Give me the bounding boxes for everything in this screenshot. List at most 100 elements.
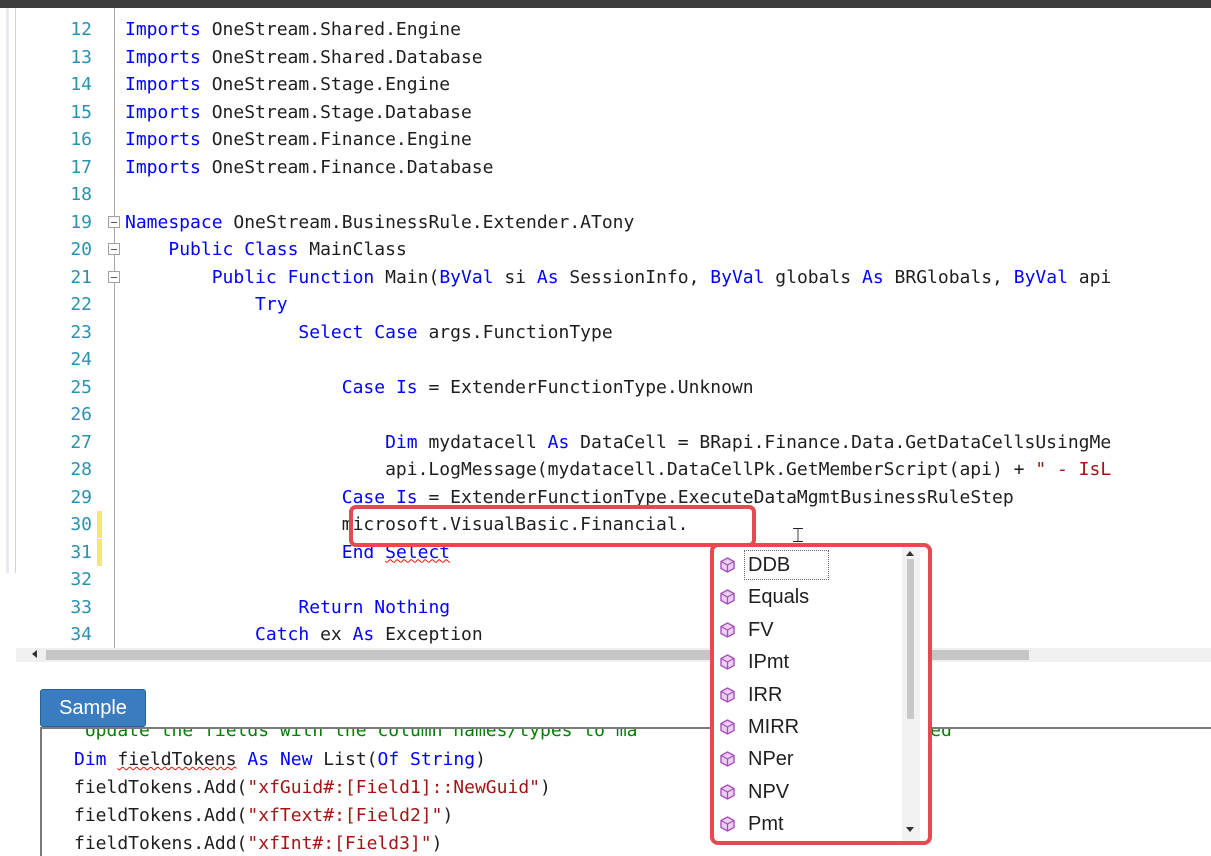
code-line[interactable]: 28 api.LogMessage(mydatacell.DataCellPk.… <box>16 456 1211 483</box>
code-string: " - IsL <box>1035 459 1112 480</box>
collapse-toggle-icon[interactable] <box>108 243 120 255</box>
scroll-left-arrow-icon[interactable] <box>32 650 37 658</box>
code-content: Imports OneStream.Shared.Engine <box>125 16 461 43</box>
line-number: 19 <box>70 211 92 233</box>
line-number: 21 <box>70 266 92 288</box>
code-text: Main( <box>374 266 440 288</box>
intellisense-item-label: IRR <box>748 683 783 706</box>
line-number: 20 <box>70 239 92 260</box>
code-line[interactable]: 25 Case Is = ExtenderFunctionType.Unknow… <box>16 374 1211 401</box>
code-string: "xfText#:[Field2]" <box>247 805 443 826</box>
code-text: fieldTokens.Add( <box>74 805 248 826</box>
code-text: api.LogMessage(mydatacell.DataCellPk.Get… <box>125 459 1036 480</box>
code-content: Imports OneStream.Shared.Database <box>125 44 483 71</box>
code-line[interactable]: 22 Try <box>16 291 1211 318</box>
code-line[interactable]: 13 Imports OneStream.Shared.Database <box>16 44 1211 71</box>
code-keyword: Case <box>341 376 386 398</box>
code-line[interactable]: 17 Imports OneStream.Finance.Database <box>16 154 1211 181</box>
sample-code-line[interactable]: fieldTokens.Add("xfGuid#:[Field1]::NewGu… <box>74 774 551 802</box>
code-line[interactable]: 34 Catch ex As Exception <box>16 621 1211 648</box>
intellisense-item-label: NPer <box>748 748 794 771</box>
scroll-up-arrow-icon[interactable] <box>906 551 914 556</box>
code-line[interactable]: 23 Select Case args.FunctionType <box>16 319 1211 346</box>
intellisense-item[interactable]: DDB <box>714 549 898 581</box>
intellisense-item[interactable]: FV <box>714 614 898 646</box>
code-keyword: Select <box>298 321 364 343</box>
code-keyword: ByVal <box>710 266 765 288</box>
line-number: 16 <box>70 129 92 150</box>
method-cube-icon <box>720 622 735 638</box>
code-text: ex <box>309 624 353 645</box>
sample-code-line[interactable]: Dim fieldTokens As New List(Of String) <box>74 746 486 774</box>
editor-horizontal-scrollbar[interactable] <box>16 648 1211 662</box>
code-line[interactable]: 32 <box>16 566 1211 593</box>
code-line[interactable]: 12 Imports OneStream.Shared.Engine <box>16 16 1211 43</box>
code-line[interactable]: 27 Dim mydatacell As DataCell = BRapi.Fi… <box>16 429 1211 456</box>
intellisense-item[interactable]: IRR <box>714 679 898 711</box>
code-line[interactable]: 33 Return Nothing <box>16 594 1211 621</box>
intellisense-item[interactable]: Equals <box>714 581 898 613</box>
code-line[interactable]: 18 <box>16 181 1211 208</box>
code-text: Exception <box>374 624 483 645</box>
scroll-down-arrow-icon[interactable] <box>906 827 914 832</box>
line-number: 29 <box>70 486 92 508</box>
intellisense-item[interactable]: IPmt <box>714 646 898 678</box>
code-text: OneStream.Stage.Engine <box>200 74 451 95</box>
left-panel-edge <box>0 8 16 573</box>
collapse-toggle-icon[interactable] <box>108 215 120 228</box>
code-line[interactable]: 20 Public Class MainClass <box>16 236 1211 263</box>
intellisense-scroll-thumb[interactable] <box>907 559 914 719</box>
left-panel-scroll-track[interactable] <box>6 8 9 573</box>
code-keyword: Public <box>168 239 234 260</box>
code-content: Try <box>125 291 288 318</box>
code-line[interactable]: 24 <box>16 346 1211 373</box>
code-keyword: As <box>352 624 375 645</box>
code-text: api <box>1067 266 1112 288</box>
code-editor[interactable]: 12 Imports OneStream.Shared.Engine 13 Impor… <box>16 8 1211 648</box>
sample-code-panel[interactable]: 'Update the fields with the column names… <box>40 727 1211 856</box>
intellisense-item[interactable]: MIRR <box>714 711 898 743</box>
code-text: globals <box>764 266 862 288</box>
collapse-toggle-icon[interactable] <box>108 270 120 283</box>
sample-button[interactable]: Sample <box>40 689 146 727</box>
intellisense-popup[interactable]: DDB Equals FV IPmt IRR MIRR NPer NPV Pmt <box>710 543 932 845</box>
line-number: 28 <box>70 459 92 480</box>
code-line[interactable]: 16 Imports OneStream.Finance.Engine <box>16 126 1211 153</box>
code-text: OneStream.Stage.Database <box>200 101 472 123</box>
line-number: 22 <box>70 294 92 315</box>
code-content: Imports OneStream.Stage.Database <box>125 99 472 126</box>
code-keyword: Imports <box>125 19 201 40</box>
code-content: api.LogMessage(mydatacell.DataCellPk.Get… <box>125 456 1111 483</box>
line-number: 18 <box>70 184 92 205</box>
intellisense-item[interactable]: Pmt <box>714 808 898 840</box>
code-line[interactable]: 21 Public Function Main(ByVal si As Sess… <box>16 264 1211 291</box>
intellisense-item[interactable]: NPV <box>714 776 898 808</box>
intellisense-item-label: FV <box>748 618 774 641</box>
code-text: si <box>493 266 537 288</box>
line-number: 24 <box>70 349 92 370</box>
code-line[interactable]: 19 Namespace OneStream.BusinessRule.Exten… <box>16 209 1211 236</box>
code-line[interactable]: 15 Imports OneStream.Stage.Database <box>16 99 1211 126</box>
code-keyword: Imports <box>125 46 201 68</box>
intellisense-list[interactable]: DDB Equals FV IPmt IRR MIRR NPer NPV Pmt <box>714 547 898 841</box>
line-number: 32 <box>70 569 92 590</box>
code-line[interactable]: 26 <box>16 401 1211 428</box>
code-keyword: String <box>410 749 476 770</box>
code-line[interactable]: 14 Imports OneStream.Stage.Engine <box>16 71 1211 98</box>
code-keyword: Imports <box>125 101 201 123</box>
code-keyword: Try <box>255 294 288 315</box>
code-keyword: Of <box>377 749 400 770</box>
code-text: fieldTokens.Add( <box>74 777 248 798</box>
sample-code-line[interactable]: fieldTokens.Add("xfInt#:[Field3]") <box>74 830 442 856</box>
intellisense-scrollbar[interactable] <box>902 547 920 841</box>
line-number: 25 <box>70 376 92 398</box>
intellisense-item[interactable]: NPer <box>714 743 898 775</box>
line-number: 33 <box>70 596 92 618</box>
method-cube-icon <box>720 686 735 703</box>
sample-code-line[interactable]: fieldTokens.Add("xfText#:[Field2]") <box>74 802 453 830</box>
